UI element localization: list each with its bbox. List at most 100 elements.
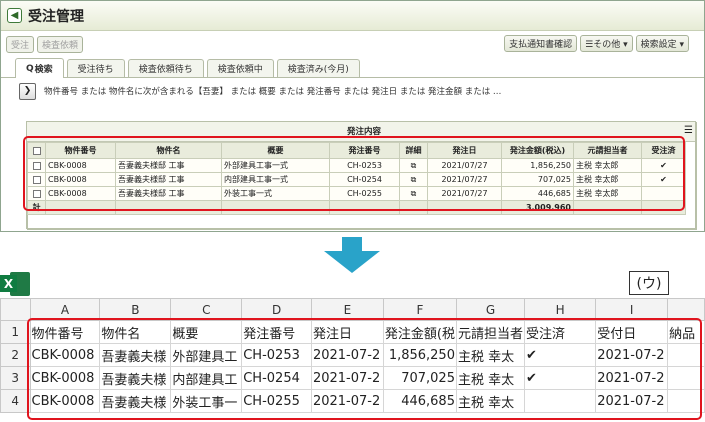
col-letter[interactable]: C [170, 298, 243, 321]
sheet-cell[interactable]: 発注金額(税 [382, 320, 457, 344]
col-letter[interactable]: D [241, 298, 312, 321]
sheet-cell[interactable]: CH-0254 [241, 366, 312, 390]
check-icon[interactable]: ✔ [523, 366, 597, 390]
tab-search[interactable]: Q 検索 [15, 58, 64, 78]
check-icon: ✔ [641, 172, 686, 187]
group-header: 発注内容 [346, 127, 381, 137]
row-checkbox[interactable] [27, 172, 46, 187]
sheet-cell[interactable]: 2021-07-2 [310, 389, 384, 413]
table-row[interactable]: CBK-0008 吾妻義夫様邸 工事 外装工事一式 CH-0255 ⧉ 2021… [27, 186, 686, 201]
tab-awaiting-inspection[interactable]: 検査依頼待ち [127, 59, 204, 77]
external-link-icon[interactable]: ⧉ [399, 158, 428, 173]
sheet-cell[interactable]: 707,025 [382, 366, 457, 390]
row-number[interactable]: 2 [0, 343, 31, 367]
check-icon[interactable]: ✔ [523, 343, 597, 367]
sheet-cell[interactable]: 吾妻義夫様 [99, 366, 172, 390]
table-row[interactable]: CBK-0008 吾妻義夫様邸 工事 内部建具工事一式 CH-0254 ⧉ 20… [27, 172, 686, 187]
excel-icon-letter: X [0, 275, 17, 292]
tab-awaiting-order[interactable]: 受注待ち [66, 59, 125, 77]
sheet-cell[interactable]: 発注番号 [241, 320, 312, 344]
total-empty [115, 200, 222, 215]
total-label: 計 [27, 200, 46, 215]
col-letter[interactable]: F [382, 298, 457, 321]
sheet-cell[interactable]: 2021-07-2 [595, 389, 669, 413]
col-header[interactable]: 概要 [221, 142, 330, 159]
tab-inspection-in-progress[interactable]: 検査依頼中 [206, 59, 274, 77]
sheet-cell[interactable]: 受付日 [595, 320, 669, 344]
col-letter[interactable]: H [523, 298, 597, 321]
sheet-cell[interactable] [667, 389, 705, 413]
external-link-icon[interactable]: ⧉ [399, 172, 428, 187]
sheet-cell[interactable]: CH-0255 [241, 389, 312, 413]
col-letter[interactable]: G [455, 298, 526, 321]
sheet-cell[interactable]: 吾妻義夫様 [99, 343, 172, 367]
sheet-cell[interactable]: 2021-07-2 [595, 366, 669, 390]
sheet-cell[interactable]: 受注済 [523, 320, 597, 344]
inspection-request-button[interactable]: 検査依頼 [37, 35, 84, 53]
row-number[interactable]: 3 [0, 366, 31, 390]
cell-person: 主税 幸太郎 [573, 158, 642, 173]
chevron-right-icon[interactable]: ❯ [19, 82, 36, 100]
col-letter[interactable]: A [29, 298, 101, 321]
sheet-cell[interactable]: 内部建具工 [170, 366, 243, 390]
sheet-cell[interactable]: 概要 [170, 320, 243, 344]
accept-order-button[interactable]: 受注 [6, 35, 35, 53]
order-table: 物件番号 物件名 概要 発注番号 詳細 発注日 発注金額(税込) 元請担当者 受… [27, 142, 686, 215]
col-header[interactable]: 物件番号 [45, 142, 116, 159]
sheet-cell[interactable]: 1,856,250 [382, 343, 457, 367]
payment-notice-button[interactable]: 支払通知書確認 [504, 35, 578, 52]
sheet-cell[interactable]: 物件番号 [29, 320, 101, 344]
sheet-cell[interactable]: CBK-0008 [29, 343, 101, 367]
sheet-cell[interactable]: CH-0253 [241, 343, 312, 367]
sheet-cell[interactable]: 外装工事一 [170, 389, 243, 413]
search-condition-text: 物件番号 または 物件名に次が含まれる【吾妻】 または 概要 または 発注番号 … [44, 87, 502, 97]
row-checkbox[interactable] [27, 186, 46, 201]
sheet-cell[interactable]: 2021-07-2 [310, 366, 384, 390]
col-header[interactable]: 発注金額(税込) [501, 142, 574, 159]
sheet-cell[interactable]: CBK-0008 [29, 389, 101, 413]
row-number[interactable]: 1 [0, 320, 31, 344]
sheet-cell[interactable]: CBK-0008 [29, 366, 101, 390]
column-menu-icon[interactable]: ☰ [684, 125, 693, 136]
sheet-cell[interactable] [667, 366, 705, 390]
sheet-cell[interactable]: 吾妻義夫様 [99, 389, 172, 413]
col-letter[interactable]: B [99, 298, 172, 321]
check-icon[interactable] [523, 389, 597, 413]
spreadsheet: A B C D E F G H I 1 物件番号 物件名 概要 発注番号 発注日… [0, 298, 705, 413]
col-header[interactable]: 詳細 [399, 142, 428, 159]
cell-order-date: 2021/07/27 [427, 158, 502, 173]
col-letter[interactable]: I [595, 298, 669, 321]
cell-project-name: 吾妻義夫様邸 工事 [115, 186, 222, 201]
row-checkbox[interactable] [27, 158, 46, 173]
sheet-cell[interactable]: 446,685 [382, 389, 457, 413]
sheet-cell[interactable]: 主税 幸太 [455, 366, 526, 390]
col-header[interactable]: 発注日 [427, 142, 502, 159]
sheet-cell[interactable]: 2021-07-2 [595, 343, 669, 367]
sheet-cell[interactable]: 元請担当者 [455, 320, 526, 344]
search-settings-button[interactable]: 検索設定 ▾ [635, 35, 689, 52]
table-row[interactable]: CBK-0008 吾妻義夫様邸 工事 外部建具工事一式 CH-0253 ⧉ 20… [27, 158, 686, 173]
col-header[interactable]: 受注済 [641, 142, 686, 159]
back-arrow-icon[interactable]: ◀ [7, 8, 22, 23]
col-header[interactable]: 発注番号 [329, 142, 400, 159]
sheet-row: 3 CBK-0008 吾妻義夫様 内部建具工 CH-0254 2021-07-2… [0, 366, 705, 390]
sheet-cell[interactable]: 発注日 [310, 320, 384, 344]
sheet-row: 2 CBK-0008 吾妻義夫様 外部建具工 CH-0253 2021-07-2… [0, 343, 705, 367]
col-letter[interactable]: E [310, 298, 384, 321]
sheet-cell[interactable]: 主税 幸太 [455, 389, 526, 413]
other-menu-button[interactable]: ☰その他 ▾ [580, 35, 633, 52]
select-all-checkbox[interactable] [27, 142, 46, 159]
sheet-cell[interactable]: 外部建具工 [170, 343, 243, 367]
col-letter[interactable] [667, 298, 705, 321]
col-header[interactable]: 物件名 [115, 142, 222, 159]
row-number[interactable]: 4 [0, 389, 31, 413]
tab-inspected-this-month[interactable]: 検査済み(今月) [276, 59, 360, 77]
sheet-cell[interactable]: 納品 [667, 320, 705, 344]
corner-cell[interactable] [0, 298, 31, 321]
sheet-cell[interactable]: 物件名 [99, 320, 172, 344]
col-header[interactable]: 元請担当者 [573, 142, 642, 159]
external-link-icon[interactable]: ⧉ [399, 186, 428, 201]
sheet-cell[interactable] [667, 343, 705, 367]
sheet-cell[interactable]: 2021-07-2 [310, 343, 384, 367]
sheet-cell[interactable]: 主税 幸太 [455, 343, 526, 367]
